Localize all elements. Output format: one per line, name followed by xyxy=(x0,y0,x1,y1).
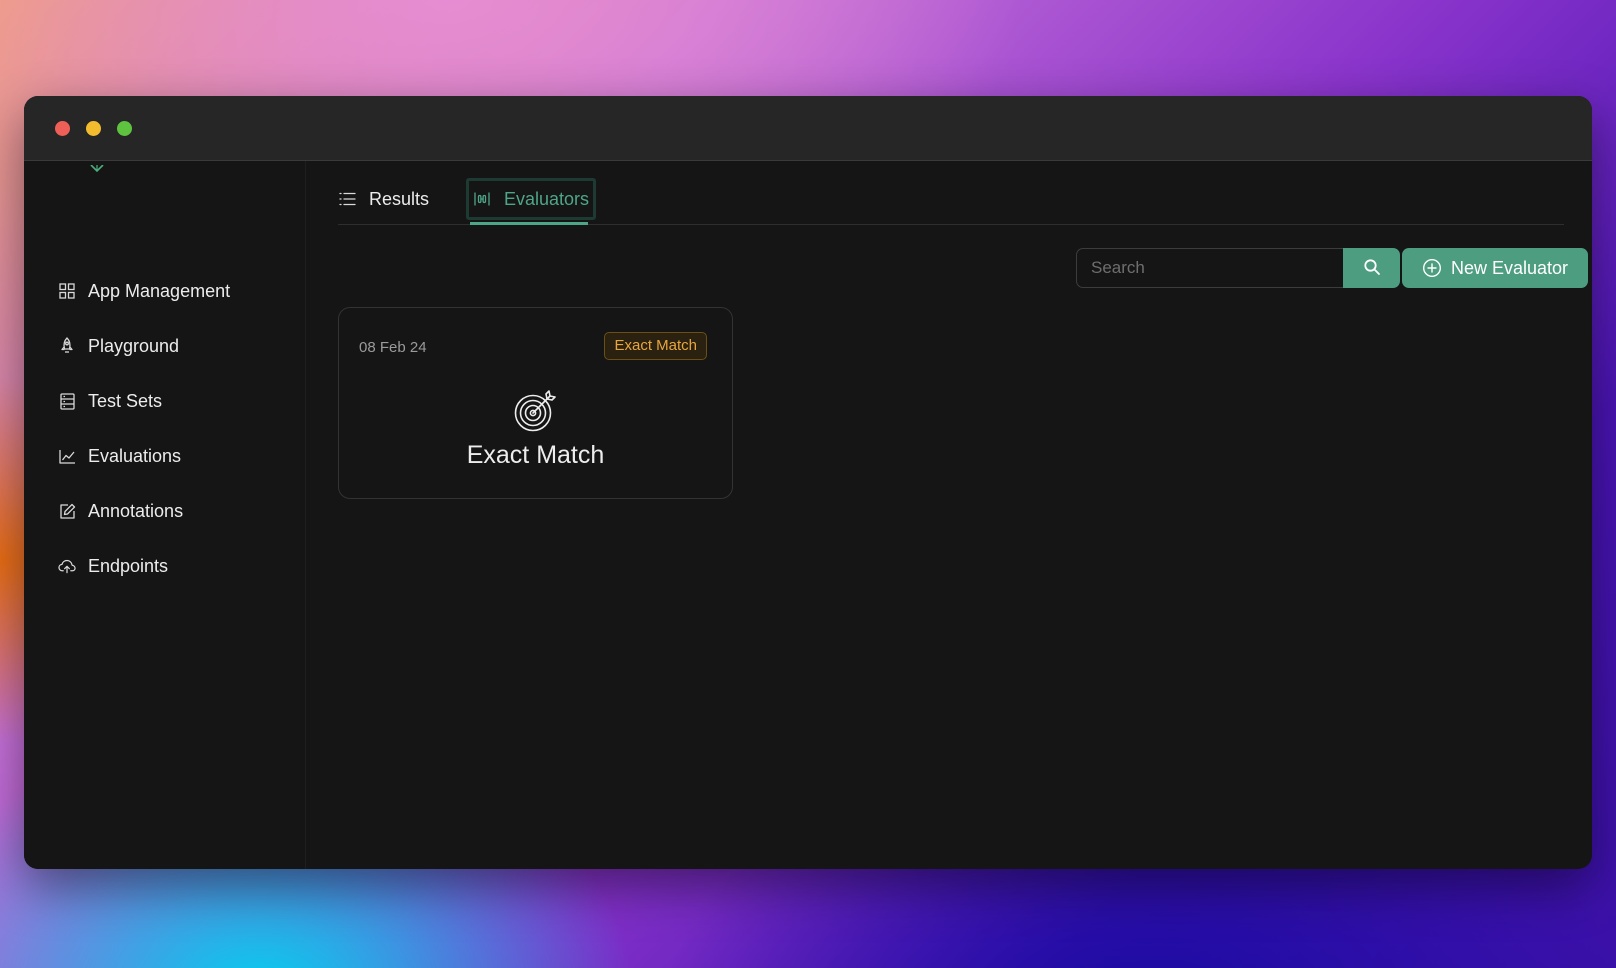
search-icon xyxy=(1363,258,1381,279)
main-content: Results Evaluators New Evaluator xyxy=(306,161,1592,869)
sidebar-item-test-sets[interactable]: Test Sets xyxy=(58,384,288,418)
logo-icon xyxy=(90,160,104,173)
sidebar-item-evaluations[interactable]: Evaluations xyxy=(58,439,288,473)
rocket-icon xyxy=(58,337,76,355)
search-input[interactable] xyxy=(1076,248,1343,288)
search-button[interactable] xyxy=(1343,248,1400,288)
plus-circle-icon xyxy=(1422,258,1442,278)
evaluator-type-badge: Exact Match xyxy=(604,332,707,360)
tab-results[interactable]: Results xyxy=(338,181,429,217)
sidebar-item-label: Evaluations xyxy=(88,445,182,466)
line-chart-icon xyxy=(58,447,76,465)
cloud-upload-icon xyxy=(58,557,76,575)
minimize-window-button[interactable] xyxy=(86,121,101,136)
sidebar: App Management Playground Test Sets Eval… xyxy=(24,161,306,869)
sidebar-item-label: Endpoints xyxy=(88,555,169,576)
edit-icon xyxy=(58,502,76,520)
app-window: App Management Playground Test Sets Eval… xyxy=(24,96,1592,869)
evaluator-card[interactable]: 08 Feb 24 Exact Match Exact Match xyxy=(338,307,733,499)
tab-evaluators[interactable]: Evaluators xyxy=(466,178,597,220)
sidebar-item-endpoints[interactable]: Endpoints xyxy=(58,549,288,583)
tab-label: Evaluators xyxy=(504,188,590,209)
new-evaluator-label: New Evaluator xyxy=(1450,257,1569,278)
sidebar-item-label: Test Sets xyxy=(88,390,163,411)
tab-label: Results xyxy=(369,188,430,209)
sidebar-item-app-management[interactable]: App Management xyxy=(58,274,288,308)
sidebar-item-annotations[interactable]: Annotations xyxy=(58,494,288,528)
target-icon xyxy=(514,390,556,432)
close-window-button[interactable] xyxy=(55,121,70,136)
list-icon xyxy=(338,190,356,208)
sliders-icon xyxy=(473,190,491,208)
sidebar-item-playground[interactable]: Playground xyxy=(58,329,288,363)
evaluator-date: 08 Feb 24 xyxy=(359,339,427,356)
title-bar xyxy=(24,96,1592,161)
search-group xyxy=(1076,248,1400,288)
active-tab-indicator xyxy=(470,222,588,225)
database-icon xyxy=(58,392,76,410)
new-evaluator-button[interactable]: New Evaluator xyxy=(1402,248,1588,288)
tab-bar: Results Evaluators xyxy=(338,161,1564,225)
sidebar-item-label: App Management xyxy=(88,280,231,301)
grid-icon xyxy=(58,282,76,300)
zoom-window-button[interactable] xyxy=(117,121,132,136)
sidebar-item-label: Annotations xyxy=(88,500,184,521)
evaluator-title: Exact Match xyxy=(466,441,605,469)
sidebar-item-label: Playground xyxy=(88,335,180,356)
